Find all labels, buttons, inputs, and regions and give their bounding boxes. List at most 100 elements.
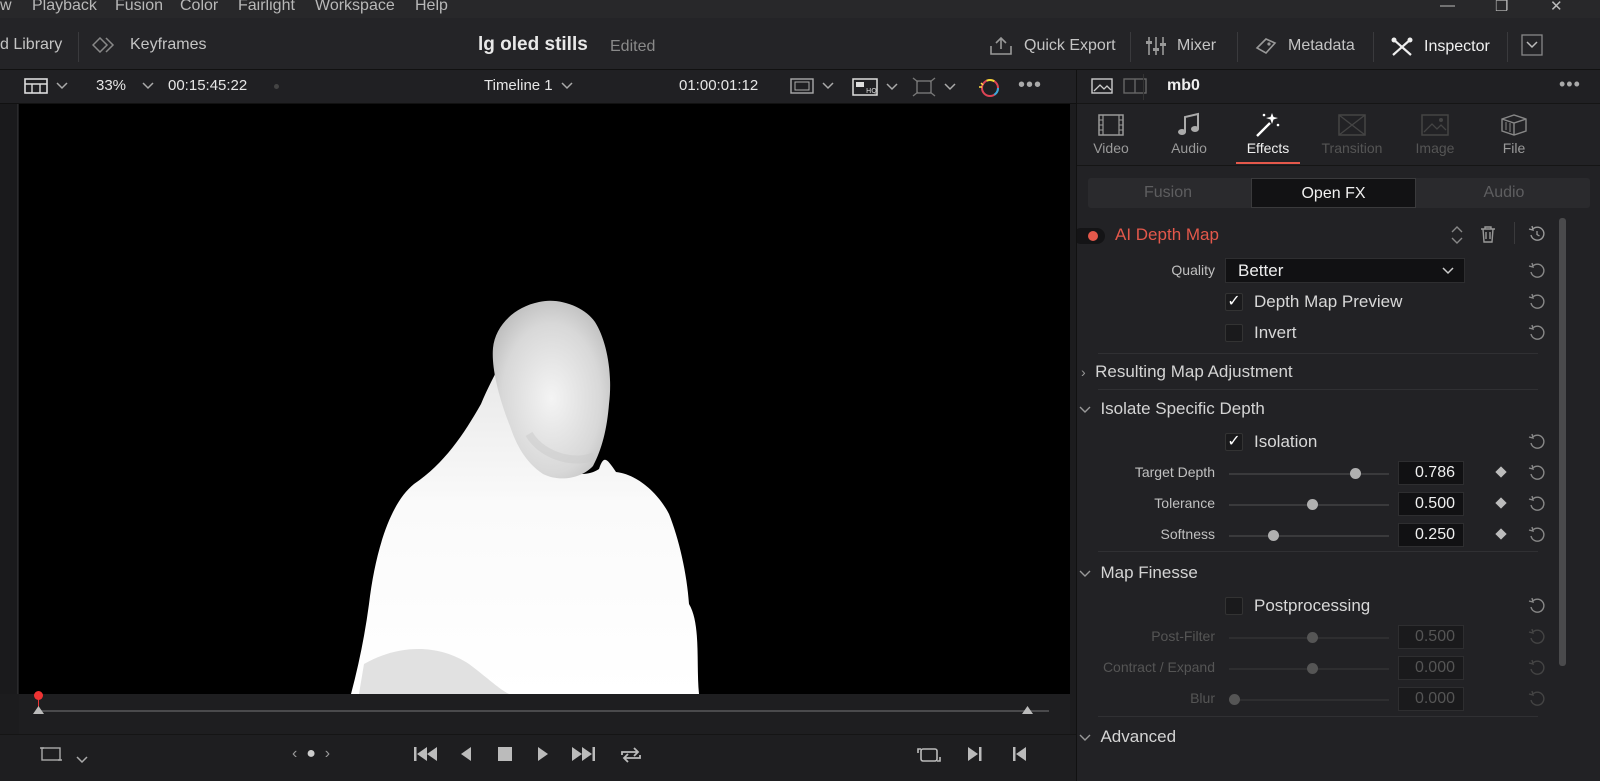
playback-quality-button[interactable]: HQ bbox=[852, 77, 898, 97]
clip-thumbnail-icon[interactable] bbox=[1091, 77, 1113, 100]
divider bbox=[1098, 389, 1538, 390]
section-advanced[interactable]: Advanced bbox=[1079, 727, 1176, 747]
loop-button[interactable] bbox=[618, 745, 644, 770]
keyframe-diamond-icon[interactable] bbox=[1495, 497, 1507, 509]
subtab-open-fx[interactable]: Open FX bbox=[1251, 178, 1416, 208]
match-frame-icon bbox=[917, 748, 941, 762]
mixer-button[interactable]: Mixer bbox=[1145, 36, 1216, 56]
video-viewer[interactable] bbox=[19, 104, 1070, 694]
keyframes-button[interactable]: Keyframes bbox=[92, 36, 206, 54]
slider-knob[interactable] bbox=[1349, 468, 1361, 479]
safe-area-button[interactable] bbox=[790, 77, 834, 95]
param-reset-icon[interactable] bbox=[1528, 526, 1546, 544]
minimize-icon[interactable]: — bbox=[1440, 0, 1455, 14]
panel-toggle-button[interactable] bbox=[1521, 34, 1543, 56]
tab-label: Audio bbox=[1171, 140, 1207, 156]
section-isolate-specific-depth[interactable]: Isolate Specific Depth bbox=[1079, 399, 1265, 419]
divider bbox=[1237, 32, 1238, 62]
isolation-param-value[interactable]: 0.786 bbox=[1398, 461, 1464, 485]
metadata-button[interactable]: Metadata bbox=[1254, 36, 1355, 56]
scrubber-bar[interactable] bbox=[19, 691, 1070, 734]
play-reverse-button[interactable] bbox=[459, 745, 473, 768]
isolation-param-slider[interactable] bbox=[1229, 468, 1389, 479]
inspector-more-icon[interactable]: ••• bbox=[1559, 74, 1581, 95]
menu-item-view[interactable]: w bbox=[0, 0, 12, 15]
next-edit-button[interactable] bbox=[966, 745, 984, 768]
postprocessing-checkbox[interactable] bbox=[1225, 597, 1243, 615]
restore-icon[interactable]: ❐ bbox=[1495, 0, 1508, 15]
chevron-down-icon[interactable] bbox=[76, 751, 88, 769]
keyframe-diamond-icon[interactable] bbox=[1495, 466, 1507, 478]
keyframe-diamond-icon[interactable] bbox=[1495, 528, 1507, 540]
slider-knob[interactable] bbox=[1267, 530, 1279, 541]
stop-button[interactable] bbox=[497, 745, 513, 768]
invert-checkbox[interactable] bbox=[1225, 324, 1243, 342]
file-box-icon bbox=[1474, 110, 1554, 140]
go-to-end-button[interactable] bbox=[570, 745, 596, 768]
section-map-finesse[interactable]: Map Finesse bbox=[1079, 563, 1198, 583]
zoom-level: 33% bbox=[96, 77, 127, 94]
param-reset-icon[interactable] bbox=[1528, 495, 1546, 513]
tab-audio[interactable]: Audio bbox=[1149, 110, 1229, 156]
slider-knob[interactable] bbox=[1306, 499, 1318, 510]
isolation-param-slider[interactable] bbox=[1229, 499, 1389, 510]
media-library-button[interactable]: d Library bbox=[0, 36, 62, 54]
section-resulting-map-adjustment[interactable]: › Resulting Map Adjustment bbox=[1081, 362, 1293, 382]
postprocessing-reset-icon[interactable] bbox=[1528, 597, 1546, 615]
match-frame-button[interactable] bbox=[917, 745, 941, 770]
section-title: Resulting Map Adjustment bbox=[1095, 362, 1293, 381]
transform-tool-button[interactable] bbox=[912, 77, 956, 97]
go-to-start-button[interactable] bbox=[413, 745, 439, 768]
quality-reset-icon[interactable] bbox=[1528, 262, 1546, 280]
isolation-reset-icon[interactable] bbox=[1528, 433, 1546, 451]
quality-dropdown[interactable]: Better bbox=[1225, 258, 1465, 283]
menu-item-color[interactable]: Color bbox=[180, 0, 218, 15]
menu-item-fusion[interactable]: Fusion bbox=[115, 0, 163, 15]
timeline-dropdown[interactable]: Timeline 1 bbox=[484, 77, 573, 94]
preview-reset-icon[interactable] bbox=[1528, 293, 1546, 311]
divider bbox=[78, 32, 79, 62]
playhead-handle[interactable] bbox=[34, 691, 43, 700]
more-options-icon[interactable]: ••• bbox=[1018, 74, 1042, 97]
param-reset-icon[interactable] bbox=[1528, 464, 1546, 482]
subtab-fusion[interactable]: Fusion bbox=[1088, 178, 1248, 208]
menu-item-playback[interactable]: Playback bbox=[32, 0, 97, 15]
close-icon[interactable]: ✕ bbox=[1550, 0, 1563, 15]
isolation-param-value[interactable]: 0.250 bbox=[1398, 523, 1464, 547]
menu-item-fairlight[interactable]: Fairlight bbox=[238, 0, 295, 15]
viewer-layout-button[interactable] bbox=[24, 77, 68, 95]
depth-map-preview-checkbox[interactable]: ✓ bbox=[1225, 293, 1243, 311]
play-button[interactable] bbox=[536, 745, 550, 768]
chevron-down-icon bbox=[944, 83, 956, 91]
subtab-audio[interactable]: Audio bbox=[1418, 178, 1590, 208]
isolation-param-value[interactable]: 0.500 bbox=[1398, 492, 1464, 516]
menu-item-workspace[interactable]: Workspace bbox=[315, 0, 395, 15]
isolation-label: Isolation bbox=[1254, 432, 1318, 451]
quick-export-label: Quick Export bbox=[1024, 37, 1116, 54]
inspector-scrollbar[interactable] bbox=[1559, 218, 1566, 666]
chevron-down-icon bbox=[1442, 267, 1454, 275]
invert-reset-icon[interactable] bbox=[1528, 324, 1546, 342]
isolation-param-slider[interactable] bbox=[1229, 530, 1389, 541]
viewer-mode-button[interactable] bbox=[40, 745, 64, 768]
postprocessing-label: Postprocessing bbox=[1254, 596, 1371, 615]
reorder-icon[interactable] bbox=[1451, 224, 1463, 251]
chevron-down-icon bbox=[1079, 734, 1091, 741]
isolation-checkbox[interactable]: ✓ bbox=[1225, 433, 1243, 451]
inspector-button[interactable]: Inspector bbox=[1390, 36, 1490, 58]
zoom-dropdown[interactable]: 33% bbox=[96, 77, 154, 94]
tab-effects[interactable]: Effects bbox=[1228, 110, 1308, 164]
effect-reset-icon[interactable] bbox=[1528, 225, 1546, 243]
tab-video[interactable]: Video bbox=[1071, 110, 1151, 156]
tab-file[interactable]: File bbox=[1474, 110, 1554, 156]
tab-image: Image bbox=[1395, 110, 1475, 156]
effect-enable-toggle[interactable] bbox=[1077, 228, 1105, 244]
color-wheel-button[interactable] bbox=[977, 77, 1001, 99]
previous-edit-button[interactable] bbox=[1011, 745, 1029, 768]
quick-export-button[interactable]: Quick Export bbox=[988, 36, 1116, 56]
menu-item-help[interactable]: Help bbox=[415, 0, 448, 15]
jog-control[interactable]: ‹ ● › bbox=[292, 745, 330, 763]
prev-frame-icon bbox=[1013, 747, 1026, 761]
isolation-param-label: Target Depth bbox=[1134, 464, 1215, 480]
trash-icon[interactable] bbox=[1480, 225, 1496, 248]
